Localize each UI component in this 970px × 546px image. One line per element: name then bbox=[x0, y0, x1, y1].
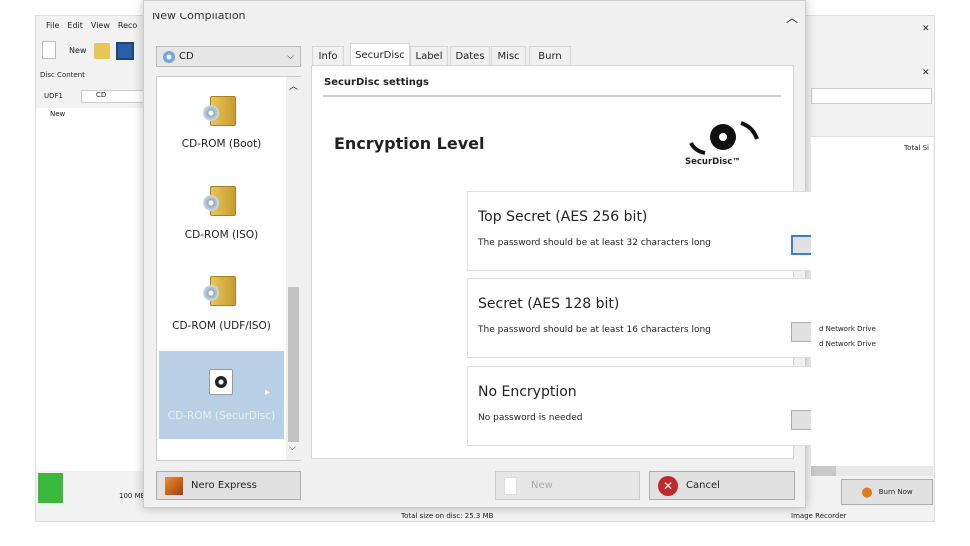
column-header-total-size[interactable]: Total Si bbox=[904, 144, 929, 152]
new-button[interactable]: New bbox=[495, 471, 640, 500]
option-desc: No password is needed bbox=[478, 413, 583, 423]
disc-capacity-fill bbox=[38, 473, 63, 503]
status-total-size: Total size on disc: 25.3 MB bbox=[401, 512, 494, 520]
scrollbar-thumb[interactable] bbox=[288, 287, 299, 442]
browser-path-input[interactable] bbox=[811, 88, 932, 104]
capacity-label: 100 MB bbox=[119, 492, 146, 500]
section-divider bbox=[323, 95, 781, 97]
toolbar-new-button[interactable]: New bbox=[69, 46, 86, 55]
chevron-down-icon: ⌵ bbox=[287, 51, 294, 62]
tab-dates[interactable]: Dates bbox=[450, 46, 490, 66]
securdisc-logo: SecurDisc™ bbox=[679, 117, 769, 173]
nero-express-button[interactable]: Nero Express bbox=[156, 471, 301, 500]
dialog-title: New Compilation bbox=[152, 9, 246, 22]
cd-rom-boot-icon bbox=[203, 96, 236, 126]
cancel-icon: ✕ bbox=[658, 475, 678, 496]
option-title: Secret (AES 128 bit) bbox=[478, 296, 620, 312]
burn-icon: ● bbox=[861, 484, 873, 500]
udf-label: UDF1 bbox=[44, 92, 63, 100]
option-desc: The password should be at least 32 chara… bbox=[478, 238, 711, 248]
menu-view[interactable]: View bbox=[91, 21, 110, 30]
compilation-item-cd-rom-boot[interactable]: CD-ROM (Boot) bbox=[159, 138, 284, 150]
collapse-icon[interactable]: ︿ bbox=[786, 9, 798, 26]
tab-misc[interactable]: Misc bbox=[491, 46, 526, 66]
option-desc: The password should be at least 16 chara… bbox=[478, 325, 711, 335]
menu-bar: File Edit View Reco bbox=[46, 21, 137, 30]
udf-disc-selector[interactable]: CD bbox=[81, 90, 146, 103]
compilation-item-cd-rom-udf-iso[interactable]: CD-ROM (UDF/ISO) bbox=[159, 320, 284, 332]
nero-express-icon bbox=[165, 476, 183, 495]
disc-type-dropdown[interactable]: CD ⌵ bbox=[156, 46, 301, 67]
status-recorder: Image Recorder bbox=[791, 512, 847, 520]
tab-securdisc[interactable]: SecurDisc bbox=[350, 43, 410, 66]
tab-label[interactable]: Label bbox=[410, 46, 448, 66]
chevron-right-icon: ▸ bbox=[265, 387, 271, 398]
section-title: SecurDisc settings bbox=[324, 77, 430, 88]
save-icon[interactable] bbox=[116, 42, 134, 60]
tree-item-new[interactable]: New bbox=[40, 110, 65, 118]
close-panel-icon[interactable]: ✕ bbox=[922, 68, 930, 78]
scroll-up-icon[interactable]: ︿ bbox=[289, 79, 298, 92]
encryption-level-heading: Encryption Level bbox=[334, 134, 485, 153]
securdisc-icon bbox=[209, 369, 233, 395]
cancel-button[interactable]: ✕ Cancel bbox=[649, 471, 795, 500]
list-scrollbar[interactable]: ︿ ⌵ bbox=[286, 77, 301, 460]
cd-rom-udf-iso-icon bbox=[203, 276, 236, 306]
cd-rom-iso-icon bbox=[203, 186, 236, 216]
scroll-down-icon[interactable]: ⌵ bbox=[289, 443, 296, 453]
compilation-item-cd-rom-iso[interactable]: CD-ROM (ISO) bbox=[159, 229, 284, 241]
cd-icon bbox=[163, 50, 175, 63]
menu-file[interactable]: File bbox=[46, 21, 59, 30]
new-file-icon bbox=[42, 41, 56, 59]
browser-item[interactable]: d Network Drive bbox=[819, 325, 876, 333]
option-title: No Encryption bbox=[478, 384, 577, 400]
option-title: Top Secret (AES 256 bit) bbox=[478, 209, 648, 225]
browser-item[interactable]: d Network Drive bbox=[819, 340, 876, 348]
disc-tree: New bbox=[36, 108, 144, 471]
tab-burn[interactable]: Burn bbox=[529, 46, 571, 66]
disc-content-label: Disc Content bbox=[40, 71, 85, 79]
open-icon[interactable] bbox=[94, 43, 110, 59]
burn-now-button[interactable]: ● Burn Now bbox=[841, 479, 933, 505]
compilation-item-cd-rom-securdisc[interactable]: ▸ CD-ROM (SecurDisc) bbox=[159, 351, 284, 439]
securdisc-eye-icon bbox=[689, 121, 759, 155]
menu-recorder[interactable]: Reco bbox=[118, 21, 137, 30]
menu-edit[interactable]: Edit bbox=[67, 21, 83, 30]
new-compilation-dialog: New Compilation ︿ CD ⌵ ︿ ⌵ CD-ROM (Boot)… bbox=[143, 0, 926, 508]
file-browser-list: Total Si d Network Drive d Network Drive bbox=[811, 136, 933, 466]
new-file-icon bbox=[504, 476, 517, 495]
close-icon[interactable]: ✕ bbox=[922, 24, 930, 34]
tab-info[interactable]: Info bbox=[312, 46, 344, 66]
